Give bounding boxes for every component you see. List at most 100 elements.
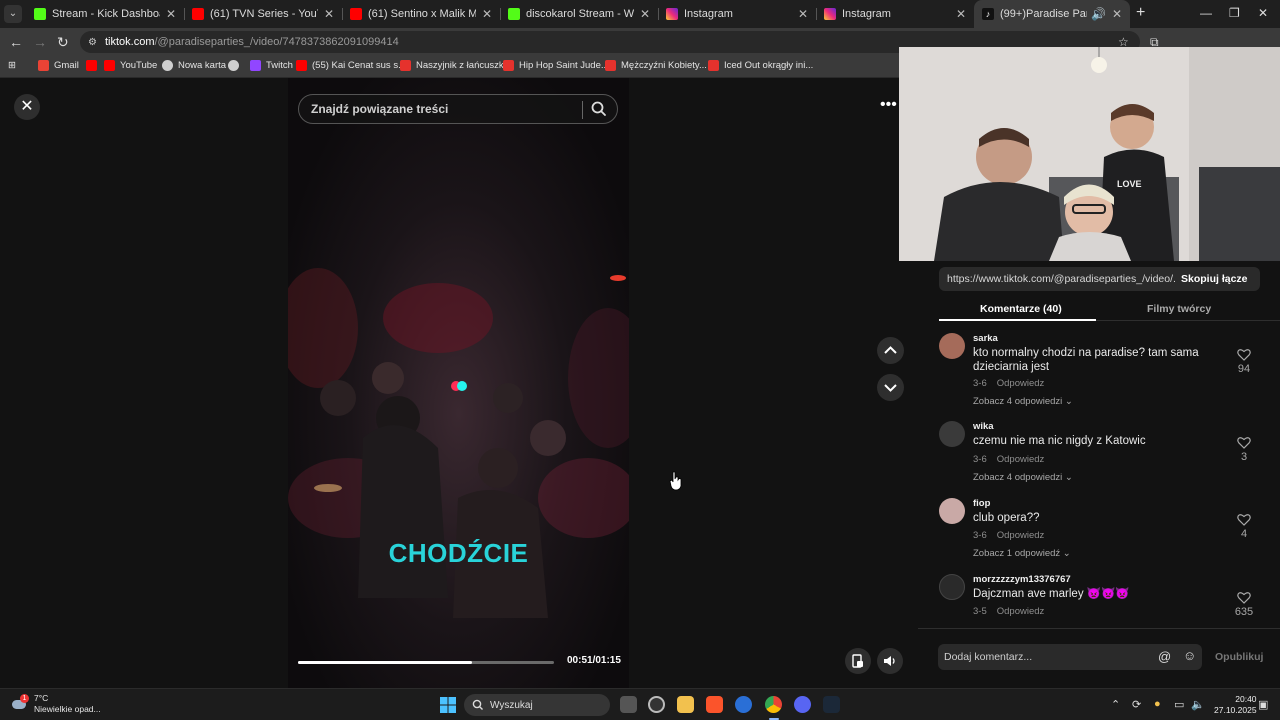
bookmark-new-tab[interactable]: Nowa karta (162, 60, 226, 71)
tab-creator-videos[interactable]: Filmy twórcy (1147, 303, 1211, 315)
ccleaner-icon[interactable] (735, 696, 752, 713)
tab-tiktok-paradise[interactable]: ♪ (99+)Paradise Parties (@pa 🔊 ✕ (974, 0, 1130, 28)
like-button[interactable]: 3 (1231, 436, 1257, 463)
minimize-icon[interactable]: — (1200, 6, 1212, 20)
tab-youtube-sentino[interactable]: (61) Sentino x Malik Montana - ✕ (342, 0, 500, 28)
tab-instagram-2[interactable]: Instagram ✕ (816, 0, 974, 28)
forward-icon[interactable]: → (33, 34, 47, 50)
tab-comments[interactable]: Komentarze (40) (980, 303, 1062, 315)
reply-button[interactable]: Odpowiedz (997, 454, 1045, 465)
network-icon[interactable]: ▭ (1174, 698, 1184, 711)
microphone-icon[interactable]: ● (1154, 698, 1161, 710)
notifications-icon[interactable]: ▣ (1258, 698, 1268, 711)
webcam-feed-illustration: LOVE (899, 47, 1280, 261)
speaker-icon[interactable]: 🔊 (1091, 7, 1106, 21)
close-tab-icon[interactable]: ✕ (166, 7, 176, 21)
bookmark-hip-hop[interactable]: Hip Hop Saint Jude... (503, 60, 609, 71)
bookmark-globe[interactable] (228, 60, 244, 71)
weather-widget[interactable]: 1 7°C Niewielkie opad... (12, 693, 101, 715)
video-link-text[interactable]: https://www.tiktok.com/@paradiseparties_… (939, 273, 1175, 285)
close-viewer-button[interactable]: ✕ (14, 94, 40, 120)
close-tab-icon[interactable]: ✕ (956, 7, 966, 21)
reply-button[interactable]: Odpowiedz (997, 606, 1045, 617)
video-player[interactable]: CHODŹCIE 00:51/01:15 (288, 78, 629, 688)
task-view-icon[interactable] (620, 696, 637, 713)
view-replies-button[interactable]: Zobacz 1 odpowiedź ⌄ (973, 548, 1071, 559)
view-replies-button[interactable]: Zobacz 4 odpowiedzi ⌄ (973, 396, 1073, 407)
apps-grid-icon[interactable]: ⊞ (8, 60, 16, 71)
comment-username[interactable]: fiop (973, 498, 990, 509)
tab-instagram-1[interactable]: Instagram ✕ (658, 0, 816, 28)
tab-search-icon[interactable]: ⌄ (4, 5, 22, 23)
like-button[interactable]: 94 (1231, 348, 1257, 375)
like-button[interactable]: 4 (1231, 513, 1257, 540)
sync-icon[interactable]: ⟳ (1132, 698, 1141, 711)
previous-video-button[interactable] (877, 337, 904, 364)
volume-button[interactable] (877, 648, 903, 674)
like-button[interactable]: 635 (1231, 591, 1257, 618)
bookmark-kai-cenat[interactable]: (55) Kai Cenat sus s... (296, 60, 406, 71)
site-info-icon[interactable]: ⚙ (88, 37, 97, 48)
taskbar-search[interactable]: Wyszukaj (464, 694, 610, 716)
close-tab-icon[interactable]: ✕ (482, 7, 492, 21)
avatar[interactable] (939, 421, 965, 447)
close-tab-icon[interactable]: ✕ (1112, 7, 1122, 21)
kick-icon (508, 8, 520, 20)
publish-button[interactable]: Opublikuj (1215, 651, 1263, 663)
avatar[interactable] (939, 574, 965, 600)
system-clock[interactable]: 20:40 27.10.2025 (1214, 694, 1257, 716)
related-search-input[interactable]: Znajdź powiązane treści (298, 94, 618, 124)
avatar[interactable] (939, 498, 965, 524)
file-explorer-icon[interactable] (677, 696, 694, 713)
heart-icon (1237, 514, 1251, 526)
steam-icon[interactable] (823, 696, 840, 713)
bookmark-gmail[interactable]: Gmail (38, 60, 79, 71)
avatar[interactable] (939, 333, 965, 359)
windows-start-icon[interactable] (440, 697, 456, 713)
bookmark-twitch[interactable]: Twitch (250, 60, 293, 71)
globe-icon (228, 60, 239, 71)
new-tab-button[interactable]: + (1136, 4, 1145, 22)
maximize-icon[interactable]: ❐ (1229, 6, 1240, 20)
emoji-icon[interactable]: ☺ (1183, 648, 1196, 663)
close-tab-icon[interactable]: ✕ (640, 7, 650, 21)
clock-date: 27.10.2025 (1214, 705, 1257, 715)
tab-kick-discokarol[interactable]: discokarol Stream - Watch Live ✕ (500, 0, 658, 28)
discord-icon[interactable] (794, 696, 811, 713)
back-icon[interactable]: ← (9, 34, 23, 50)
tab-youtube-tvn[interactable]: (61) TVN Series - YouTube ✕ (184, 0, 342, 28)
comment-username[interactable]: morzzzzzym13376767 (973, 574, 1071, 585)
chrome-icon[interactable] (765, 696, 782, 713)
bookmark-youtube[interactable]: YouTube (104, 60, 157, 71)
chevron-up-icon[interactable]: ⌃ (1111, 698, 1120, 711)
comment-text: kto normalny chodzi na paradise? tam sam… (973, 347, 1199, 373)
bookmark-iced-out[interactable]: Iced Out okrągły ini... (708, 60, 813, 71)
reload-icon[interactable]: ↻ (57, 34, 69, 50)
bookmark-necklace[interactable]: Naszyjnik z łańcuszk... (400, 60, 512, 71)
more-options-icon[interactable]: ••• (880, 96, 897, 114)
brave-icon[interactable] (706, 696, 723, 713)
close-tab-icon[interactable]: ✕ (798, 7, 808, 21)
reply-button[interactable]: Odpowiedz (997, 378, 1045, 389)
comment-date: 3-5 (973, 606, 987, 617)
reply-button[interactable]: Odpowiedz (997, 530, 1045, 541)
video-progress-bar[interactable] (298, 661, 554, 664)
mini-player-button[interactable] (845, 648, 871, 674)
view-replies-button[interactable]: Zobacz 4 odpowiedzi ⌄ (973, 472, 1073, 483)
comment-item: sarka kto normalny chodzi na paradise? t… (939, 333, 1260, 415)
mention-icon[interactable]: @ (1158, 649, 1171, 664)
next-video-button[interactable] (877, 374, 904, 401)
search-icon[interactable] (590, 100, 608, 118)
bookmark-men-women[interactable]: Mężczyźni Kobiety... (605, 60, 707, 71)
tab-kick-dashboard[interactable]: Stream - Kick Dashboard ✕ (26, 0, 184, 28)
close-tab-icon[interactable]: ✕ (324, 7, 334, 21)
close-window-icon[interactable]: ✕ (1258, 6, 1268, 20)
app-icon[interactable] (648, 696, 665, 713)
bookmark-youtube-shortcut[interactable] (86, 60, 102, 71)
comment-username[interactable]: sarka (973, 333, 998, 344)
comment-composer: Dodaj komentarz... @ ☺ Opublikuj (938, 644, 1280, 674)
weather-temperature: 7°C (34, 693, 49, 703)
volume-icon[interactable]: 🔈 (1191, 698, 1205, 711)
comment-username[interactable]: wika (973, 421, 994, 432)
copy-link-button[interactable]: Skopiuj łącze (1175, 273, 1248, 285)
